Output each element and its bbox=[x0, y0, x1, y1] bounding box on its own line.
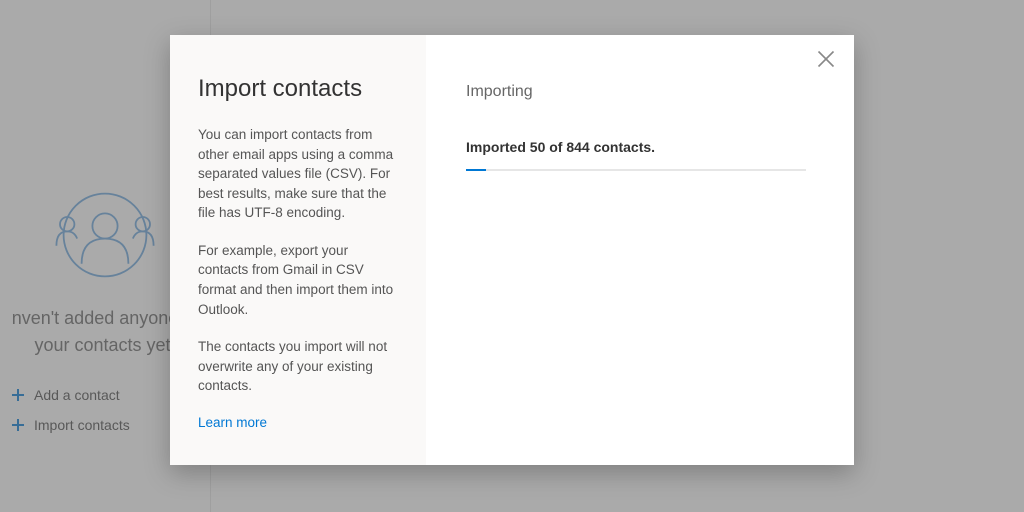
dialog-desc-1: You can import contacts from other email… bbox=[198, 125, 398, 223]
close-icon bbox=[816, 49, 836, 69]
close-button[interactable] bbox=[816, 49, 836, 69]
importing-heading: Importing bbox=[466, 83, 814, 101]
dialog-content: Importing Imported 50 of 844 contacts. bbox=[426, 35, 854, 465]
learn-more-link[interactable]: Learn more bbox=[198, 415, 267, 430]
dialog-desc-3: The contacts you import will not overwri… bbox=[198, 337, 398, 396]
dialog-sidebar: Import contacts You can import contacts … bbox=[170, 35, 426, 465]
import-progress-bar bbox=[466, 169, 806, 171]
dialog-desc-2: For example, export your contacts from G… bbox=[198, 241, 398, 319]
dialog-title: Import contacts bbox=[198, 75, 398, 103]
import-progress-fill bbox=[466, 169, 486, 171]
import-contacts-dialog: Import contacts You can import contacts … bbox=[170, 35, 854, 465]
import-status-text: Imported 50 of 844 contacts. bbox=[466, 139, 814, 155]
